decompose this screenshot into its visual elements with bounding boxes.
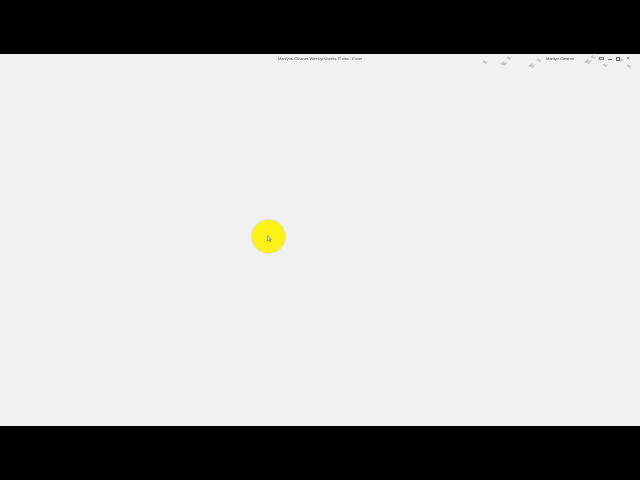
letterbox-bottom [0, 426, 640, 480]
restore-icon[interactable] [616, 57, 620, 61]
excel-window: Marilyns-Cleaner-WeeklyrSheets-IT.xlsx -… [0, 54, 640, 426]
close-icon[interactable]: ✕ [626, 56, 630, 62]
user-name[interactable]: Marilyn Cleaner [546, 56, 574, 62]
ribbon-display-options-icon[interactable] [599, 57, 604, 60]
mouse-pointer-icon [267, 235, 272, 242]
letterbox-top [0, 0, 640, 54]
minimize-icon[interactable] [608, 59, 612, 60]
title-bar[interactable]: Marilyns-Cleaner-WeeklyrSheets-IT.xlsx -… [0, 54, 640, 68]
